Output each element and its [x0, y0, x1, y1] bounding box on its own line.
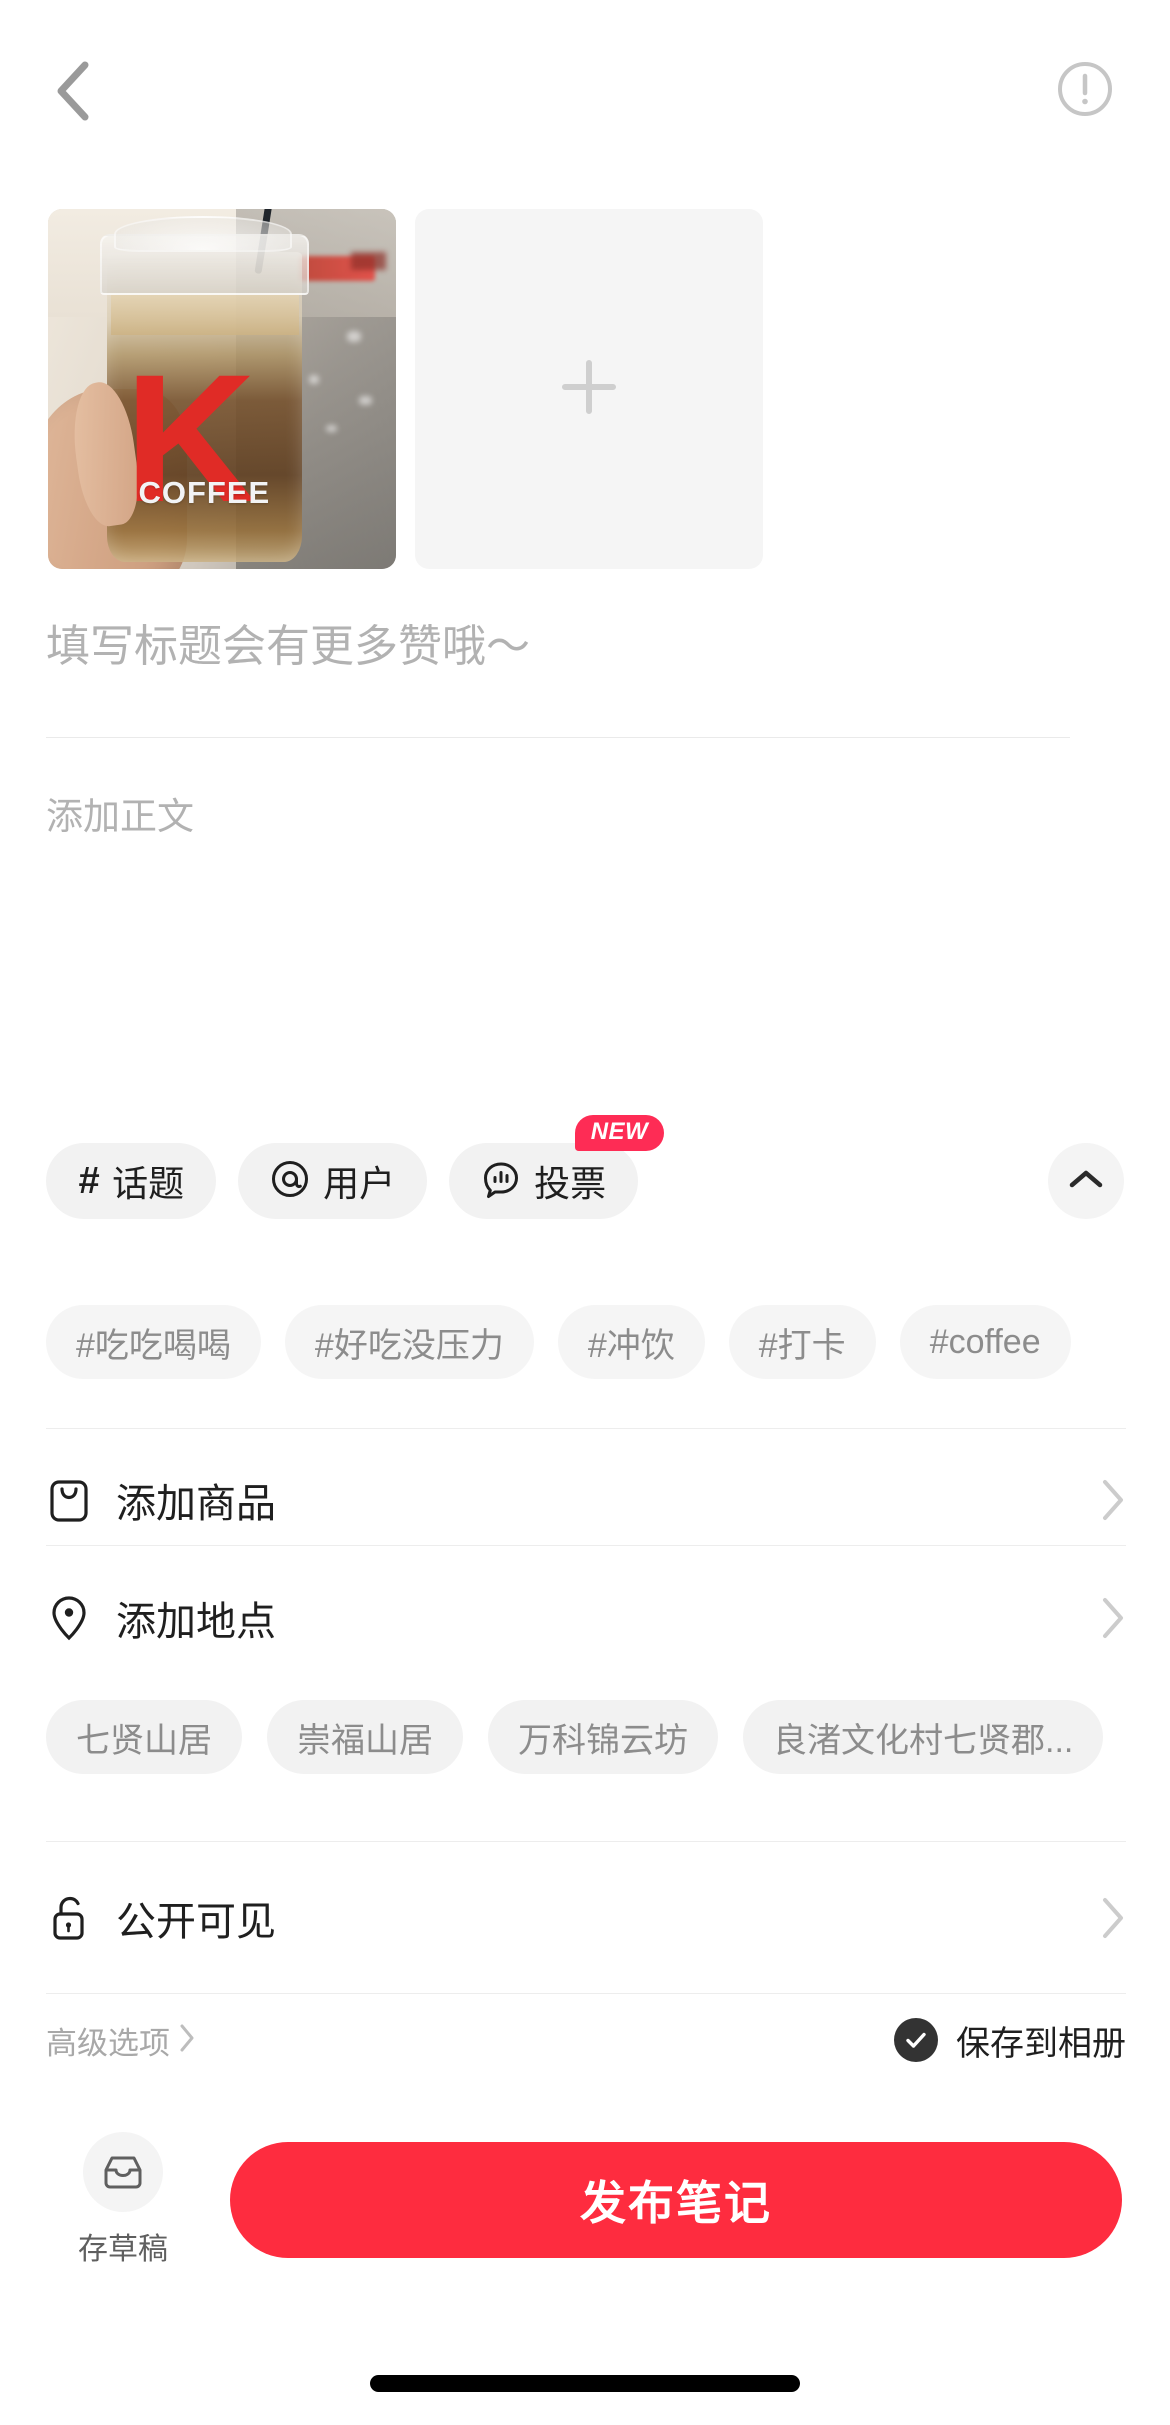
tag-chip[interactable]: #好吃没压力: [284, 1305, 534, 1379]
location-icon: [46, 1595, 92, 1641]
visibility-label: 公开可见: [116, 1900, 276, 1944]
photo-brand-word: COFFEE: [138, 475, 271, 511]
add-photo-button[interactable]: [415, 209, 763, 569]
tag-chip[interactable]: #coffee: [899, 1305, 1071, 1379]
plus-icon: [557, 355, 621, 424]
advanced-options-button[interactable]: 高级选项: [46, 2018, 196, 2063]
user-chip-label: 用户: [323, 1163, 396, 1204]
chevron-right-icon: [178, 2023, 196, 2058]
at-icon: [270, 1159, 310, 1204]
save-draft-button[interactable]: 存草稿: [48, 2132, 198, 2268]
bottom-action-bar: 存草稿 发布笔记: [0, 2105, 1170, 2295]
add-goods-label: 添加商品: [116, 1482, 276, 1526]
add-location-label: 添加地点: [116, 1600, 276, 1644]
tag-suggestion-row[interactable]: #吃吃喝喝 #好吃没压力 #冲饮 #打卡 #coffee: [46, 1305, 1170, 1379]
topic-chip[interactable]: # 话题: [46, 1143, 217, 1219]
add-location-row[interactable]: 添加地点: [46, 1570, 1126, 1666]
chevron-right-icon: [1100, 1896, 1126, 1940]
visibility-row[interactable]: 公开可见: [46, 1870, 1126, 1966]
save-to-album-label: 保存到相册: [956, 2024, 1126, 2063]
title-divider: [46, 737, 1070, 738]
advanced-options-label: 高级选项: [46, 2025, 170, 2061]
topic-chip-label: 话题: [112, 1163, 185, 1204]
exclamation-circle-icon: [1056, 60, 1114, 123]
divider-above-advanced: [46, 1993, 1126, 1994]
publish-note-button[interactable]: 发布笔记: [230, 2142, 1122, 2258]
divider-above-location: [46, 1545, 1126, 1546]
place-chip[interactable]: 崇福山居: [267, 1700, 463, 1774]
tag-chip[interactable]: #吃吃喝喝: [46, 1305, 261, 1379]
home-indicator: [370, 2375, 800, 2392]
place-chip[interactable]: 七贤山居: [46, 1700, 242, 1774]
poll-icon: [481, 1159, 521, 1204]
new-badge: NEW: [574, 1115, 665, 1151]
collapse-toolbar-button[interactable]: [1048, 1143, 1124, 1219]
goods-icon: [46, 1477, 92, 1523]
chevron-right-icon: [1100, 1478, 1126, 1522]
vote-chip-label: 投票: [534, 1163, 607, 1204]
hash-icon: #: [78, 1160, 100, 1202]
coffee-photo: K COFFEE: [48, 209, 396, 569]
chevron-right-icon: [1100, 1596, 1126, 1640]
check-icon: [894, 2018, 938, 2062]
chevron-left-icon: [54, 60, 92, 122]
user-chip[interactable]: 用户: [238, 1143, 428, 1219]
divider-above-goods: [46, 1428, 1126, 1429]
unlock-icon: [46, 1895, 92, 1941]
chevron-up-icon: [1068, 1167, 1104, 1196]
add-goods-row[interactable]: 添加商品: [46, 1452, 1126, 1548]
inbox-icon: [83, 2132, 163, 2212]
quick-action-row: # 话题 用户 投票 NEW: [46, 1115, 1124, 1219]
publish-note-screen: K COFFEE # 话题: [0, 0, 1170, 2425]
navigation-bar: [0, 0, 1170, 182]
place-suggestion-row[interactable]: 七贤山居 崇福山居 万科锦云坊 良渚文化村七贤郡...: [46, 1700, 1170, 1774]
photo-thumbnail[interactable]: K COFFEE: [48, 209, 396, 569]
advanced-row: 高级选项 保存到相册: [46, 2010, 1126, 2070]
back-button[interactable]: [54, 51, 134, 131]
body-field: [46, 790, 1070, 1050]
divider-above-visibility: [46, 1841, 1126, 1842]
body-input[interactable]: [46, 790, 1070, 1050]
title-field: [46, 618, 1070, 700]
place-chip[interactable]: 良渚文化村七贤郡...: [743, 1700, 1104, 1774]
info-button[interactable]: [1034, 51, 1114, 131]
tag-chip[interactable]: #打卡: [728, 1305, 876, 1379]
save-draft-label: 存草稿: [78, 2233, 168, 2266]
tag-chip[interactable]: #冲饮: [557, 1305, 705, 1379]
save-to-album-toggle[interactable]: 保存到相册: [894, 2016, 1126, 2065]
media-strip: K COFFEE: [48, 209, 763, 569]
title-input[interactable]: [46, 618, 1070, 700]
place-chip[interactable]: 万科锦云坊: [488, 1700, 718, 1774]
vote-chip[interactable]: 投票 NEW: [449, 1115, 665, 1219]
